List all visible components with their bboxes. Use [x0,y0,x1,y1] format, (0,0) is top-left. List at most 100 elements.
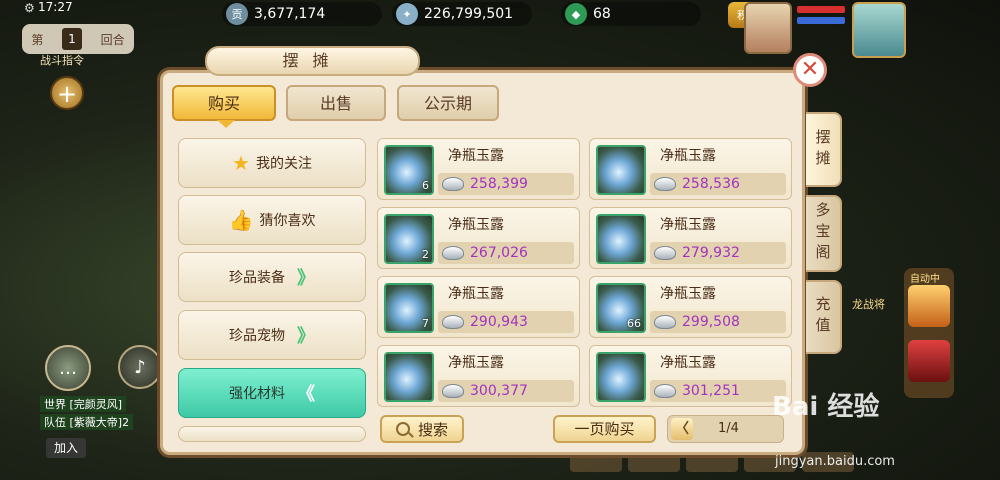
silver-ingot-icon [442,384,464,398]
watermark-logo: Bai 经验 [772,392,880,422]
silver-value: 226,799,501 [424,6,514,22]
silver-ingot-icon: ✦ [396,3,418,25]
skill-button-2[interactable] [908,340,950,382]
item-name: 净瓶玉露 [448,286,504,302]
battle-command-label[interactable]: 战斗指令 [40,52,84,68]
skill-button-1[interactable] [908,285,950,327]
silver-ingot-icon [654,177,676,191]
category-rare-pets[interactable]: 珍品宠物 》 [178,310,366,360]
item-quantity: 6 [422,179,429,192]
join-button[interactable]: 加入 [46,438,86,458]
potion-bottle-icon: 66 [596,283,646,333]
thumbs-up-icon: 👍 [228,208,254,232]
dialog-title: 摆摊 [205,46,420,76]
settings-icon[interactable]: ⚙ [24,1,35,15]
category-next-partial[interactable] [178,426,366,442]
jade-resource[interactable]: ◆ 68 [561,2,701,26]
listing-item[interactable]: 2 净瓶玉露 267,026 [377,207,580,269]
gong-resource[interactable]: 贡 3,677,174 [222,2,382,26]
chat-bubble-icon[interactable]: … [45,345,91,391]
chat-team-line[interactable]: 队伍 [紫薇大帝]2 [40,414,134,430]
item-name: 净瓶玉露 [660,355,716,371]
silver-ingot-icon [442,246,464,260]
pet-avatar[interactable] [744,2,792,54]
silver-ingot-icon [654,315,676,329]
potion-bottle-icon: 2 [384,214,434,264]
listing-item[interactable]: 净瓶玉露 301,251 [589,345,792,407]
top-bar: ⚙ 17:27 贡 3,677,174 ✦ 226,799,501 ◆ 68 积… [0,0,1000,28]
price-row: 290,943 [438,311,574,333]
plus-button[interactable]: + [50,76,84,110]
item-price: 299,508 [682,314,740,330]
category-label: 珍品装备 [229,270,285,286]
tab-public-period[interactable]: 公示期 [397,85,499,121]
listing-item[interactable]: 7 净瓶玉露 290,943 [377,276,580,338]
listing-item[interactable]: 6 净瓶玉露 258,399 [377,138,580,200]
bottom-menu-item[interactable] [570,452,622,472]
category-my-favorites[interactable]: ★ 我的关注 [178,138,366,188]
potion-bottle-icon [596,352,646,402]
price-row: 299,508 [650,311,786,333]
gong-value: 3,677,174 [254,6,326,22]
clock: 17:27 [38,0,73,14]
hero-avatar[interactable] [852,2,906,58]
pet-mp-bar [797,17,845,24]
category-label: 我的关注 [255,156,312,172]
listing-item[interactable]: 净瓶玉露 258,536 [589,138,792,200]
watermark-url: jingyan.baidu.com [775,454,895,469]
chat-world-line[interactable]: 世界 [完颜灵风] [40,396,127,412]
chevron-right-icon: 》 [297,326,315,347]
price-row: 279,932 [650,242,786,264]
side-tab-recharge[interactable]: 充值 [806,280,842,354]
item-name: 净瓶玉露 [660,286,716,302]
tab-pointer [217,120,235,128]
price-row: 267,026 [438,242,574,264]
listing-item[interactable]: 66 净瓶玉露 299,508 [589,276,792,338]
item-price: 301,251 [682,383,740,399]
silver-ingot-icon [442,177,464,191]
category-guess-you-like[interactable]: 👍 猜你喜欢 [178,195,366,245]
potion-bottle-icon: 7 [384,283,434,333]
tab-sell[interactable]: 出售 [286,85,386,121]
star-icon: ★ [232,151,250,175]
listing-item[interactable]: 净瓶玉露 279,932 [589,207,792,269]
item-name: 净瓶玉露 [660,217,716,233]
potion-bottle-icon: 6 [384,145,434,195]
item-price: 258,536 [682,176,740,192]
price-row: 258,536 [650,173,786,195]
auto-battle-label: 自动中 [910,274,940,285]
item-price: 279,932 [682,245,740,261]
item-price: 258,399 [470,176,528,192]
side-tab-stall[interactable]: 摆摊 [806,112,842,187]
item-price: 290,943 [470,314,528,330]
category-enhancement-materials[interactable]: 强化材料 《 [178,368,366,418]
close-icon[interactable]: ✕ [793,53,827,87]
listing-item[interactable]: 净瓶玉露 300,377 [377,345,580,407]
silver-resource[interactable]: ✦ 226,799,501 [392,2,532,26]
item-name: 净瓶玉露 [448,217,504,233]
potion-bottle-icon [384,352,434,402]
gong-icon: 贡 [226,3,248,25]
jade-value: 68 [593,6,611,22]
category-label: 珍品宠物 [229,328,285,344]
round-prefix: 第 [31,32,44,47]
category-label: 猜你喜欢 [259,213,316,229]
silver-ingot-icon [654,384,676,398]
microphone-icon[interactable]: ♪ [118,345,162,389]
item-quantity: 7 [422,317,429,330]
pet-hp-bar [797,6,845,13]
npc-name: 龙战将 [852,298,885,311]
tab-buy[interactable]: 购买 [172,85,276,121]
search-button[interactable]: 搜索 [380,415,464,443]
bottom-menu-item[interactable] [628,452,680,472]
category-rare-equipment[interactable]: 珍品装备 》 [178,252,366,302]
bottom-menu-item[interactable] [686,452,738,472]
silver-ingot-icon [442,315,464,329]
round-number: 1 [62,28,82,50]
side-tab-treasure-pavilion[interactable]: 多宝阁 [806,195,842,272]
category-label: 强化材料 [229,386,285,402]
item-quantity: 66 [627,317,641,330]
chevron-left-icon[interactable]: 〈 [671,418,693,440]
buy-page-button[interactable]: 一页购买 [553,415,656,443]
pet-status-bars [797,6,845,28]
